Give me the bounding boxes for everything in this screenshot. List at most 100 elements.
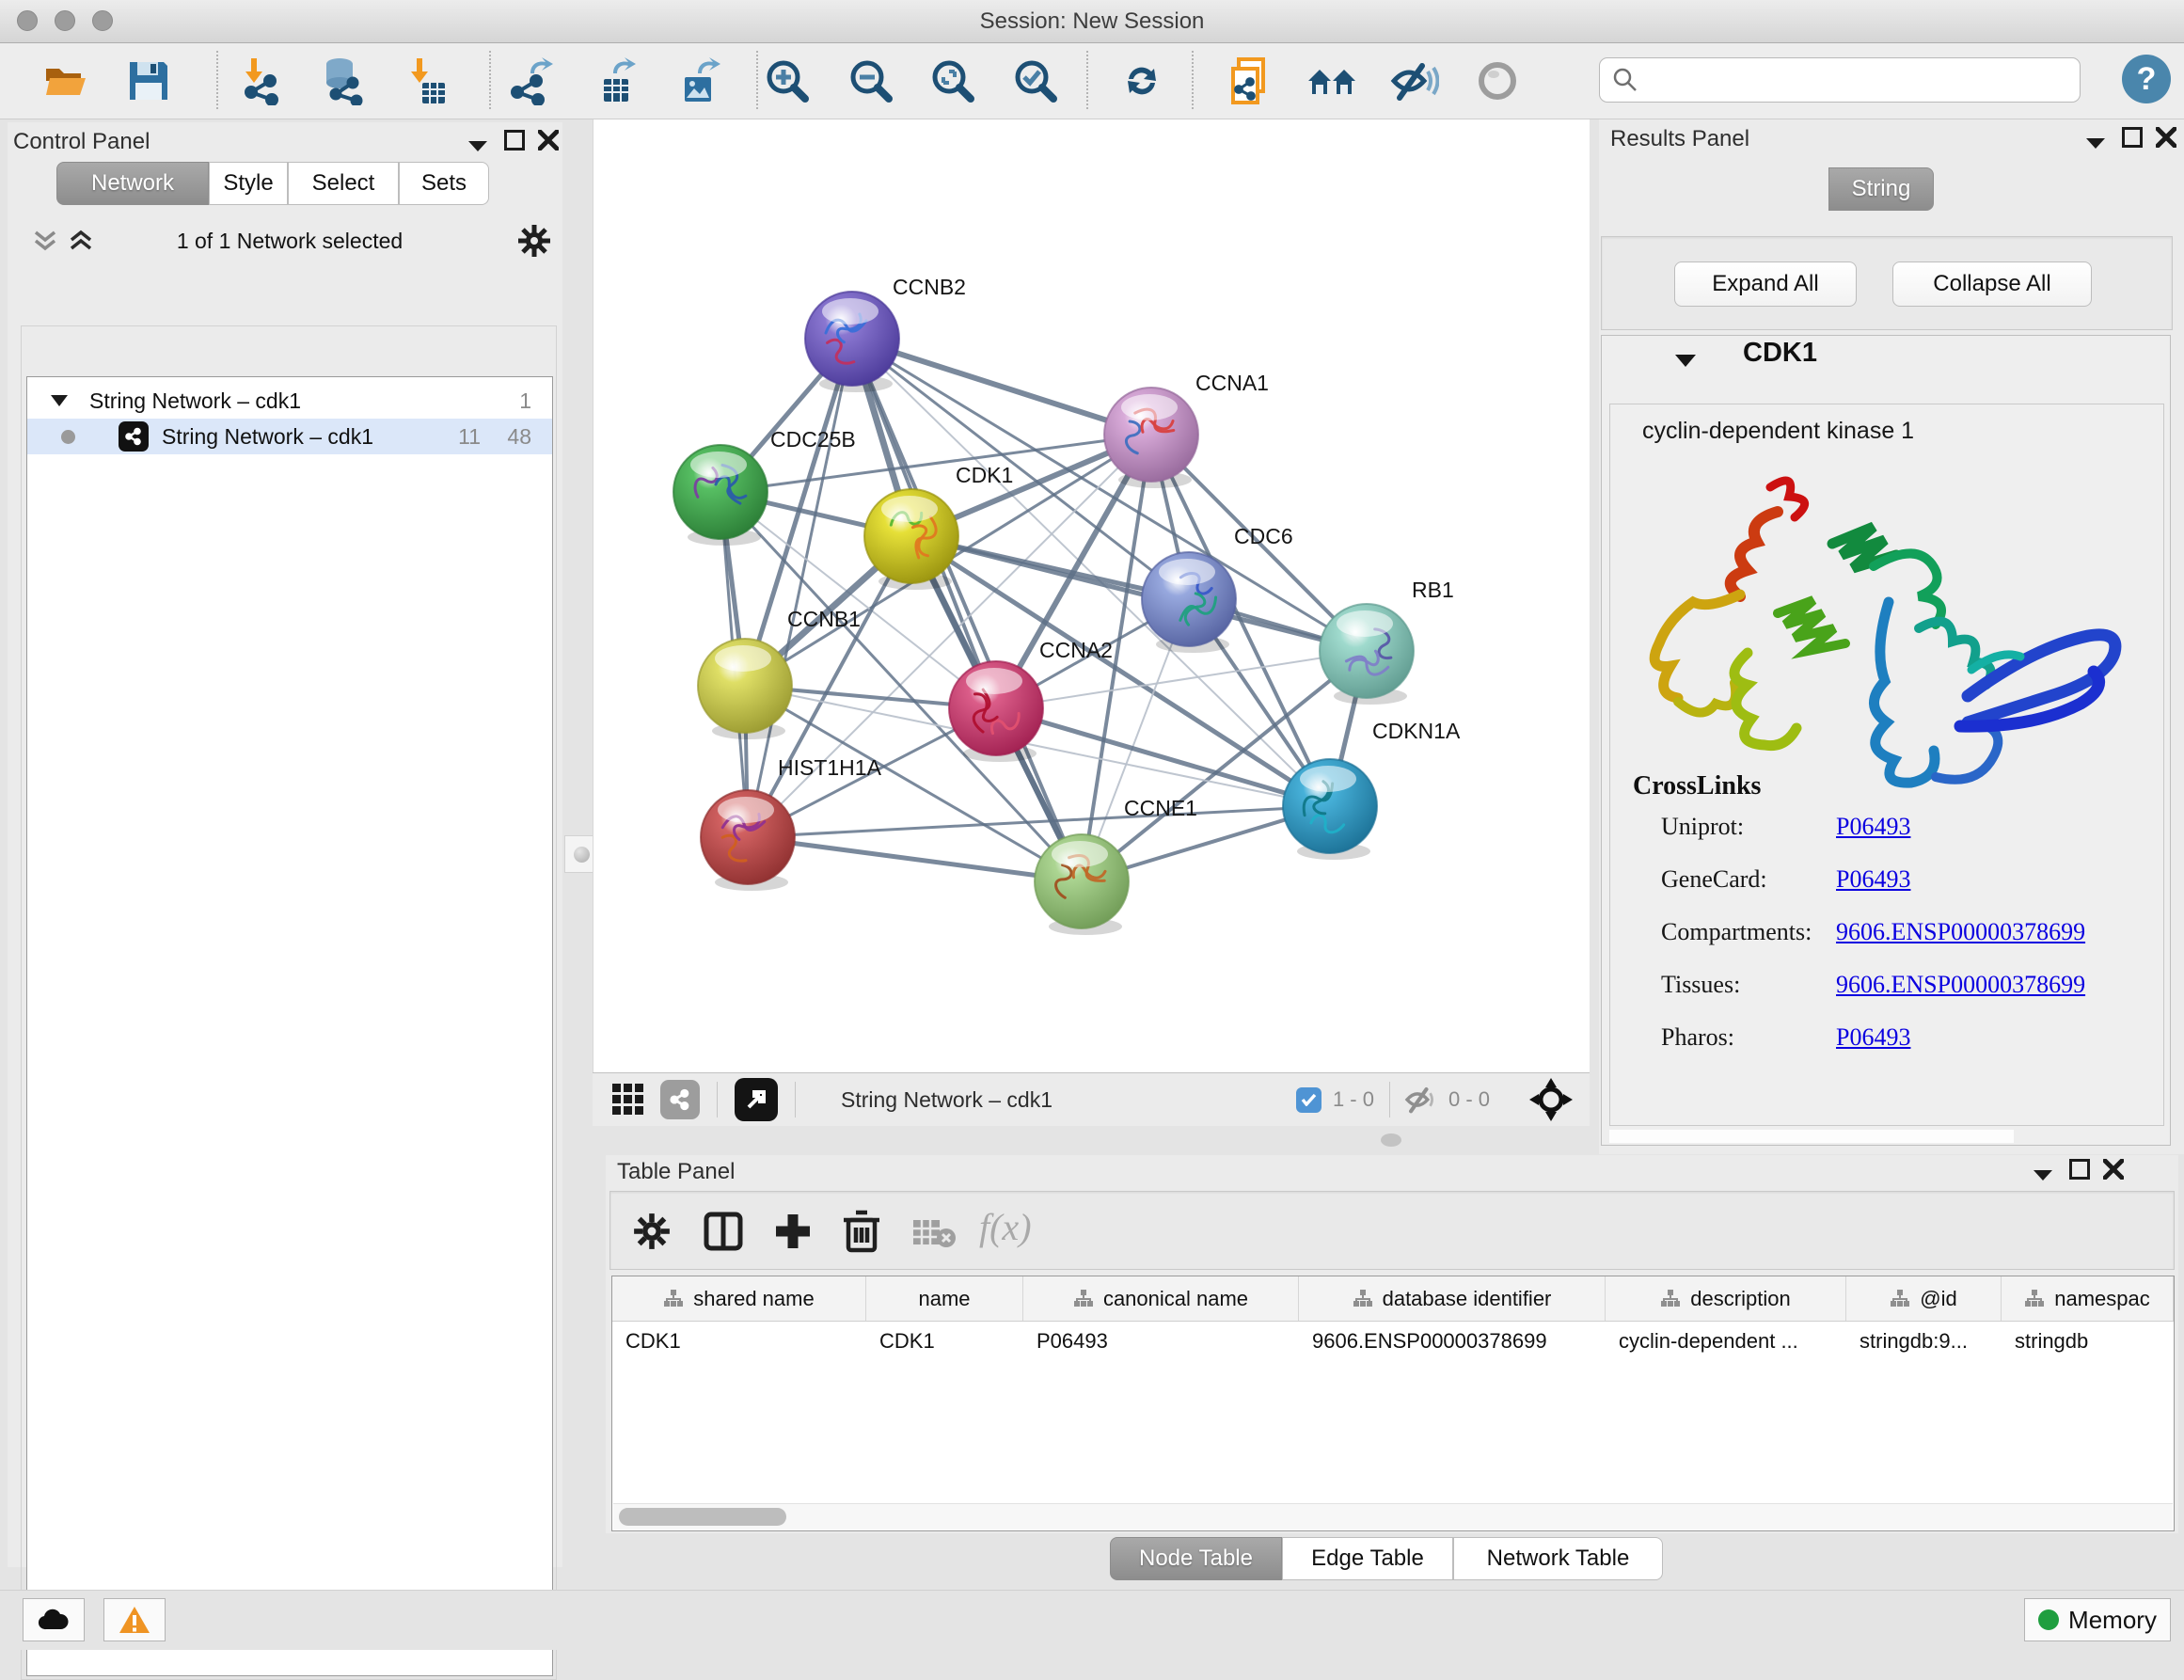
tab-node-table[interactable]: Node Table: [1110, 1537, 1282, 1580]
tab-sets[interactable]: Sets: [399, 162, 489, 205]
save-icon: [126, 58, 171, 103]
crosslink-value[interactable]: 9606.ENSP00000378699: [1836, 971, 2085, 999]
tab-edge-table[interactable]: Edge Table: [1282, 1537, 1453, 1580]
tree-expander-icon[interactable]: [50, 394, 69, 407]
hide-panels-button[interactable]: [1388, 55, 1441, 107]
search-input[interactable]: [1599, 57, 2081, 103]
birdseye-crosshair-icon[interactable]: [1529, 1078, 1573, 1121]
section-expander-icon[interactable]: [1673, 353, 1698, 368]
import-network-from-file-button[interactable]: [233, 55, 286, 107]
column-manager-icon[interactable]: [703, 1211, 744, 1252]
expand-all-button[interactable]: Expand All: [1674, 262, 1857, 307]
crosslink-value[interactable]: P06493: [1836, 813, 1910, 841]
results-scrollbar-track[interactable]: [1609, 1130, 2014, 1143]
column-header[interactable]: database identifier: [1299, 1276, 1606, 1321]
show-panels-button[interactable]: [1471, 55, 1524, 107]
tab-network[interactable]: Network: [56, 162, 209, 205]
help-button[interactable]: ?: [2122, 55, 2171, 103]
export-image-button[interactable]: [671, 55, 723, 107]
detach-view-button[interactable]: [735, 1078, 778, 1121]
section-title: CDK1: [1743, 338, 1817, 369]
column-header-label: database identifier: [1383, 1287, 1552, 1311]
zoom-out-button[interactable]: [845, 55, 897, 107]
tab-network-table[interactable]: Network Table: [1453, 1537, 1663, 1580]
expand-all-chevrons-icon[interactable]: [68, 229, 94, 253]
crosslink-label: Pharos:: [1661, 1023, 1836, 1052]
bar-separator: [717, 1082, 718, 1117]
network-view-canvas[interactable]: CCNB2CCNA1CDC25BCDK1CDC6RB1CCNB1CCNA2CDK…: [593, 119, 1590, 1072]
warning-status-button[interactable]: [103, 1598, 166, 1641]
tab-style[interactable]: Style: [209, 162, 288, 205]
results-actions-box: Expand All Collapse All: [1601, 236, 2173, 330]
zoom-selected-button[interactable]: [1009, 55, 1062, 107]
column-header[interactable]: canonical name: [1023, 1276, 1299, 1321]
memory-button[interactable]: Memory: [2024, 1598, 2171, 1641]
panel-float-icon[interactable]: [2069, 1159, 2090, 1180]
column-header[interactable]: shared name: [612, 1276, 866, 1321]
selected-checkbox[interactable]: [1296, 1087, 1321, 1113]
table-row[interactable]: CDK1CDK1P064939606.ENSP00000378699cyclin…: [612, 1322, 2174, 1363]
splitter-oval-handle[interactable]: [1381, 1133, 1401, 1147]
network-row-selected[interactable]: String Network – cdk1 11 48: [27, 419, 552, 454]
table-horizontal-scrollbar[interactable]: [613, 1503, 2173, 1529]
network-node-rb1[interactable]: RB1: [1320, 578, 1454, 705]
collapse-all-chevrons-icon[interactable]: [32, 229, 58, 253]
export-table-button[interactable]: [588, 55, 641, 107]
column-header[interactable]: name: [866, 1276, 1023, 1321]
network-node-cdkn1a[interactable]: CDKN1A: [1283, 719, 1461, 860]
panel-float-icon[interactable]: [504, 130, 525, 151]
open-session-button[interactable]: [40, 55, 92, 107]
network-graph[interactable]: CCNB2CCNA1CDC25BCDK1CDC6RB1CCNB1CCNA2CDK…: [593, 119, 1591, 1072]
cloud-status-button[interactable]: [23, 1598, 85, 1641]
table-tabs: Node TableEdge TableNetwork Table: [1110, 1537, 1663, 1580]
node-gloss: [966, 668, 1022, 694]
home-button[interactable]: [1306, 55, 1358, 107]
panel-menu-icon[interactable]: [467, 139, 489, 152]
import-table-from-file-button[interactable]: [399, 55, 451, 107]
node-column-icon: [1073, 1289, 1094, 1309]
crosslink-value[interactable]: P06493: [1836, 1023, 1910, 1052]
column-header[interactable]: @id: [1846, 1276, 2002, 1321]
crosslink-value[interactable]: 9606.ENSP00000378699: [1836, 918, 2085, 946]
network-selection-summary: 1 of 1 Network selected: [111, 229, 468, 254]
network-edge[interactable]: [748, 837, 1082, 881]
crosslink-row: Compartments:9606.ENSP00000378699: [1661, 918, 2150, 971]
zoom-in-button[interactable]: [761, 55, 814, 107]
collapse-all-button[interactable]: Collapse All: [1892, 262, 2092, 307]
network-edge[interactable]: [911, 536, 1367, 651]
tab-string[interactable]: String: [1828, 167, 1934, 211]
grid-mode-icon[interactable]: [611, 1083, 645, 1117]
node-label: HIST1H1A: [778, 755, 882, 780]
zoom-fit-button[interactable]: [926, 55, 979, 107]
network-snapshot-button[interactable]: [1223, 55, 1275, 107]
save-session-button[interactable]: [122, 55, 175, 107]
network-node-cdc25b[interactable]: CDC25B: [673, 427, 856, 546]
panel-menu-icon[interactable]: [2084, 136, 2107, 150]
delete-column-trash-icon[interactable]: [842, 1209, 881, 1254]
column-header[interactable]: namespac: [2002, 1276, 2174, 1321]
scrollbar-thumb[interactable]: [619, 1508, 786, 1526]
network-edge[interactable]: [852, 339, 1082, 881]
panel-float-icon[interactable]: [2122, 127, 2143, 148]
panel-menu-icon[interactable]: [2032, 1168, 2054, 1181]
network-collection-row[interactable]: String Network – cdk1 1: [27, 383, 552, 419]
network-node-cdc6[interactable]: CDC6: [1142, 524, 1293, 653]
network-options-gear-icon[interactable]: [517, 224, 551, 258]
delete-table-icon[interactable]: [911, 1216, 957, 1248]
panel-close-icon[interactable]: [2156, 127, 2176, 148]
tab-select[interactable]: Select: [288, 162, 399, 205]
panel-close-icon[interactable]: [2103, 1159, 2124, 1180]
add-column-plus-icon[interactable]: [772, 1211, 814, 1252]
network-view-string-icon[interactable]: [660, 1080, 700, 1119]
network-node-cdk1[interactable]: CDK1: [864, 463, 1013, 590]
network-node-hist1h1a[interactable]: HIST1H1A: [701, 755, 882, 891]
crosslink-value[interactable]: P06493: [1836, 865, 1910, 894]
network-node-ccnb2[interactable]: CCNB2: [805, 275, 966, 392]
table-settings-gear-icon[interactable]: [633, 1212, 671, 1250]
import-network-from-database-button[interactable]: [316, 55, 369, 107]
refresh-button[interactable]: [1116, 55, 1168, 107]
export-network-button[interactable]: [505, 55, 558, 107]
snapshot-documents-icon: [1226, 55, 1273, 106]
column-header[interactable]: description: [1606, 1276, 1846, 1321]
panel-close-icon[interactable]: [538, 130, 559, 151]
